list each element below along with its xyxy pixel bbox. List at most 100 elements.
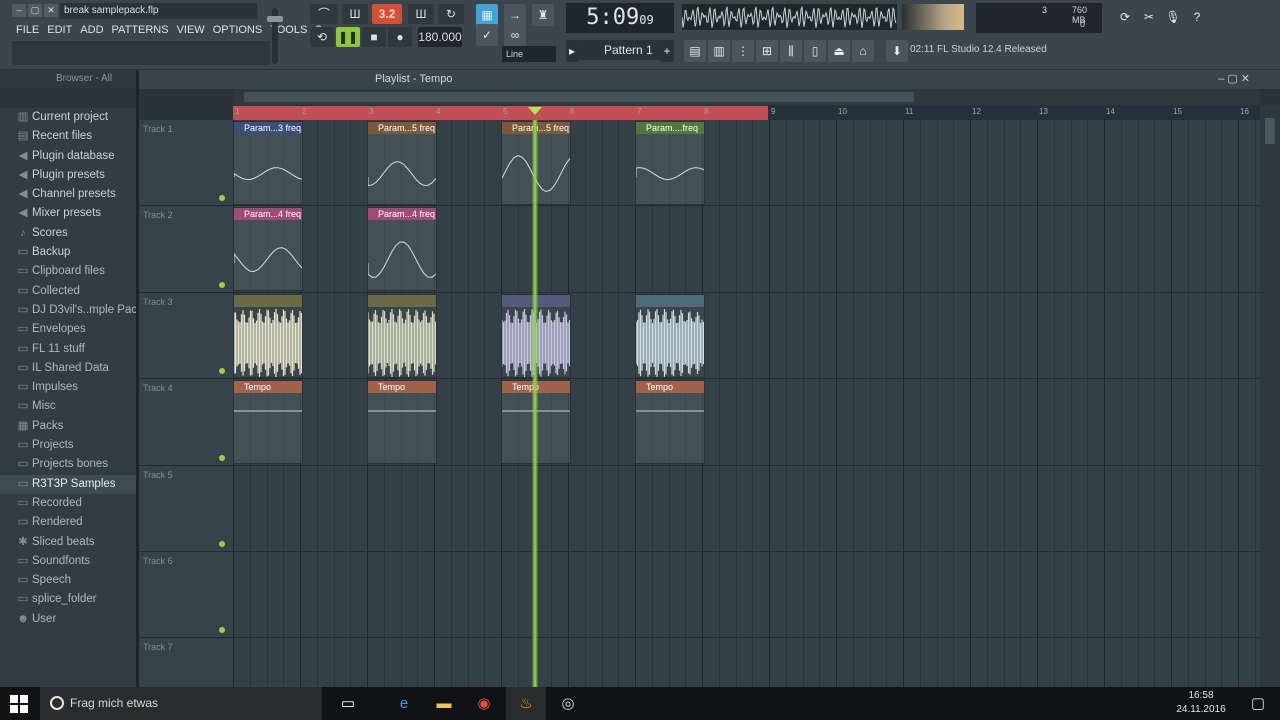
browser-item[interactable]: ♪ Scores — [0, 224, 136, 243]
browser-item[interactable]: ▭ Collected — [0, 282, 136, 301]
browser-item[interactable]: ▭ Projects bones — [0, 455, 136, 474]
master-volume-handle[interactable] — [267, 16, 283, 22]
download-icon[interactable]: ⬇ — [886, 40, 908, 62]
horizontal-scroll-thumb[interactable] — [244, 92, 914, 102]
notifications-icon[interactable]: ▢ — [1238, 687, 1278, 720]
browser-item[interactable]: ◀ Plugin presets — [0, 166, 136, 185]
browser-item[interactable]: ◀ Mixer presets — [0, 204, 136, 223]
help-icon[interactable]: ? — [1186, 6, 1208, 28]
loop-region[interactable] — [233, 106, 768, 120]
browser-item[interactable]: ▭ Recorded — [0, 494, 136, 513]
horizontal-scrollbar[interactable] — [234, 89, 1260, 105]
track-mute-led-icon[interactable] — [219, 195, 225, 202]
browser-item[interactable]: ✱ Sliced beats — [0, 533, 136, 552]
track-mute-led-icon[interactable] — [219, 454, 225, 461]
track-lane[interactable] — [233, 552, 1260, 639]
pattern-prev-icon[interactable]: ▸ — [566, 40, 578, 62]
tempo-automation-clip[interactable]: Tempo — [233, 380, 304, 465]
browser-item[interactable]: ▥ Current project — [0, 108, 136, 127]
playlist-window-controls[interactable]: – ▢ ✕ — [1218, 70, 1250, 89]
wait-record-icon[interactable]: Ш — [342, 4, 368, 24]
beat-indicator[interactable]: 3.2 — [372, 4, 402, 24]
add-pattern-icon[interactable]: + — [660, 40, 674, 62]
track-header[interactable]: Track 1 — [139, 120, 233, 207]
metronome-icon[interactable]: ⌒ — [310, 4, 338, 24]
browser-item[interactable]: ▭ Impulses — [0, 378, 136, 397]
track-lane[interactable] — [233, 466, 1260, 552]
track-mute-led-icon[interactable] — [219, 368, 225, 375]
browser-item[interactable]: ▭ Rendered — [0, 513, 136, 532]
playlist-grid[interactable]: Param...3 freq Param...5 freq Param...5 fr… — [233, 120, 1260, 687]
track-header[interactable]: Track 6 — [139, 552, 233, 639]
browser-item[interactable]: ▭ Clipboard files — [0, 262, 136, 281]
browser-item[interactable]: ☻ User — [0, 610, 136, 629]
track-mute-led-icon[interactable] — [219, 540, 225, 547]
track-header[interactable]: Track 4 — [139, 379, 233, 466]
piano-roll-icon[interactable]: ▥ — [708, 40, 730, 62]
menu-patterns[interactable]: PATTERNS — [108, 22, 173, 38]
chrome-icon[interactable]: ◉ — [464, 687, 504, 720]
browser-item[interactable]: ▭ Backup — [0, 243, 136, 262]
track-header[interactable]: Track 3 — [139, 292, 233, 380]
project-info-icon[interactable]: ▯ — [804, 40, 826, 62]
system-clock[interactable]: 16:58 24.11.2016 — [1176, 689, 1226, 717]
track-lane[interactable] — [233, 638, 1260, 687]
tempo-automation-clip[interactable]: Tempo — [635, 380, 706, 465]
browser-item[interactable]: ▭ splice_folder — [0, 590, 136, 609]
track-header[interactable]: Track 2 — [139, 206, 233, 293]
pattern-selector[interactable]: Pattern 1 — [578, 40, 660, 60]
browser-item[interactable]: ▭ Soundfonts — [0, 552, 136, 571]
browser-item[interactable]: ▭ R3T3P Samples — [0, 474, 136, 494]
vertical-scroll-thumb[interactable] — [1265, 118, 1275, 144]
automation-clip[interactable]: Param...5 freq — [367, 121, 438, 205]
browser-item[interactable]: ▭ Speech — [0, 571, 136, 590]
audio-clip[interactable] — [635, 293, 706, 378]
vertical-scrollbar[interactable] — [1260, 106, 1280, 687]
audio-clip[interactable] — [367, 293, 438, 378]
browser-item[interactable]: ▭ Envelopes — [0, 320, 136, 339]
tempo-display[interactable]: 180.000 — [418, 27, 462, 47]
close-button[interactable]: ✕ — [44, 4, 58, 17]
obs-icon[interactable]: ◎ — [548, 687, 588, 720]
track-header[interactable]: Track 5 — [139, 465, 233, 552]
loop-record-icon[interactable]: ↻ — [438, 4, 464, 24]
menu-add[interactable]: ADD — [76, 22, 107, 38]
link-icon[interactable]: ∞ — [504, 24, 526, 46]
microphone-icon[interactable]: 🎙 — [1162, 6, 1184, 28]
stop-button[interactable]: ■ — [362, 27, 386, 47]
browser-item[interactable]: ◀ Channel presets — [0, 185, 136, 204]
typing-keyboard-icon[interactable]: ▦ — [476, 4, 498, 26]
record-button[interactable]: ● — [388, 27, 412, 47]
file-explorer-icon[interactable]: ▬ — [424, 687, 464, 720]
playlist-view-icon[interactable]: ▤ — [684, 40, 706, 62]
automation-clip[interactable]: Param...3 freq — [233, 121, 304, 205]
browser-item[interactable]: ▤ Recent files — [0, 127, 136, 146]
playhead-marker[interactable] — [527, 107, 542, 115]
windows-start-icon[interactable] — [10, 695, 28, 713]
browser-item[interactable]: ▭ FL 11 stuff — [0, 340, 136, 359]
browser-item[interactable]: ▭ IL Shared Data — [0, 359, 136, 378]
cortana-search[interactable]: Frag mich etwas — [40, 687, 322, 720]
timeline-ruler[interactable]: 1 2 3 4 5 6 7 8 9 10 11 12 13 14 15 16 — [233, 106, 1260, 120]
snap-select[interactable]: Line — [502, 46, 556, 62]
automation-clip[interactable]: Param...4 freq — [367, 207, 438, 292]
news-ticker[interactable]: 02:11 FL Studio 12.4 Released — [910, 41, 1050, 59]
tempo-tapper-icon[interactable]: ⌂ — [852, 40, 874, 62]
automation-clip[interactable]: Param....freq — [635, 121, 706, 205]
tempo-automation-clip[interactable]: Tempo — [367, 380, 438, 465]
track-mute-led-icon[interactable] — [219, 281, 225, 288]
edge-icon[interactable]: e — [384, 687, 424, 720]
browser-item[interactable]: ▦ Packs — [0, 417, 136, 436]
minimize-button[interactable]: – — [12, 4, 26, 17]
browser-item[interactable]: ▭ Projects — [0, 436, 136, 455]
browser-toggle-icon[interactable]: ⊞ — [756, 40, 778, 62]
pause-button[interactable]: ❚❚ — [336, 27, 360, 47]
browser-item[interactable]: ▭ DJ D3vil's..mple Pack! — [0, 301, 136, 320]
browser-item[interactable]: ◀ Plugin database — [0, 147, 136, 166]
snap-icon[interactable]: ✓ — [476, 24, 498, 46]
plugin-picker-icon[interactable]: ⏏ — [828, 40, 850, 62]
track-mute-led-icon[interactable] — [219, 627, 225, 634]
mixer-icon[interactable]: ⫼ — [780, 40, 802, 62]
menu-options[interactable]: OPTIONS — [209, 22, 267, 38]
step-edit-icon[interactable]: → — [504, 4, 526, 26]
